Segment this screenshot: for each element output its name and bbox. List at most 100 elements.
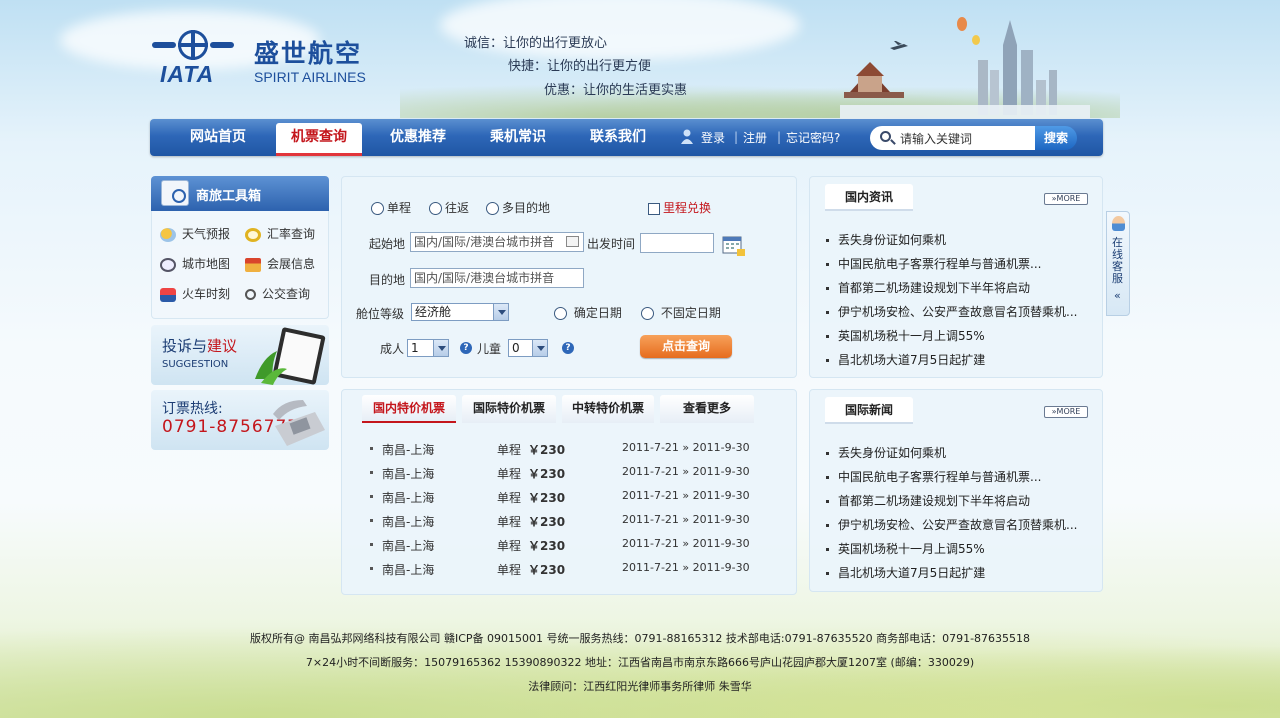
forgot-password-link[interactable]: 忘记密码?: [786, 129, 840, 146]
tool-label: 会展信息: [267, 257, 316, 271]
cabin-selected-value: 经济舱: [415, 305, 452, 319]
news-item[interactable]: 中国民航电子客票行程单与普通机票...: [826, 255, 1086, 272]
to-city-placeholder: 国内/国际/港澳台城市拼音: [414, 271, 555, 285]
fare-row[interactable]: 南昌-上海 单程 ￥230 2011-7-21 » 2011-9-30: [342, 513, 798, 529]
header: IATA 盛世航空 SPIRIT AIRLINES 诚信：让你的出行更放心 快捷…: [0, 0, 1280, 120]
calendar-icon[interactable]: [722, 235, 746, 257]
nav-promotions[interactable]: 优惠推荐: [375, 119, 461, 156]
help-icon[interactable]: ?: [460, 342, 472, 354]
tool-weather[interactable]: 天气预报: [160, 225, 230, 243]
city-picker-icon[interactable]: [566, 236, 579, 247]
radio-label: 不固定日期: [660, 306, 721, 320]
slogan-1: 诚信：让你的出行更放心: [464, 36, 608, 51]
tab-transfer-specials[interactable]: 中转特价机票: [562, 395, 654, 423]
international-news-more-button[interactable]: »MORE: [1044, 406, 1088, 418]
news-item[interactable]: 昌北机场大道7月5日起扩建: [826, 564, 1086, 581]
tab-domestic-specials[interactable]: 国内特价机票: [362, 395, 456, 423]
fare-dates: 2011-7-21 » 2011-9-30: [622, 513, 750, 526]
news-item[interactable]: 伊宁机场安检、公安严查故意冒名顶替乘机...: [826, 516, 1086, 533]
fare-row[interactable]: 南昌-上海 单程 ￥230 2011-7-21 » 2011-9-30: [342, 465, 798, 481]
radio-label: 确定日期: [573, 306, 622, 320]
fare-dates: 2011-7-21 » 2011-9-30: [622, 537, 750, 550]
nav-contact[interactable]: 联系我们: [575, 119, 661, 156]
suggestion-subtitle: SUGGESTION: [162, 359, 229, 370]
news-item[interactable]: 中国民航电子客票行程单与普通机票...: [826, 468, 1086, 485]
fare-route: 南昌-上海: [382, 467, 435, 481]
news-item[interactable]: 英国机场税十一月上调55%: [826, 540, 1086, 557]
nav-home[interactable]: 网站首页: [175, 119, 261, 156]
multi-city-radio[interactable]: [486, 202, 499, 215]
search-button[interactable]: 搜索: [1035, 126, 1077, 150]
fixed-date-option[interactable]: 确定日期: [554, 304, 622, 321]
mileage-checkbox[interactable]: [648, 202, 660, 215]
tool-bus[interactable]: 公交查询: [245, 285, 310, 303]
news-item[interactable]: 首都第二机场建设规划下半年将启动: [826, 279, 1086, 296]
tool-exchange-rate[interactable]: 汇率查询: [245, 225, 315, 243]
mileage-redeem[interactable]: 里程兑换: [648, 199, 711, 216]
nav-travel-tips[interactable]: 乘机常识: [475, 119, 561, 156]
news-item[interactable]: 英国机场税十一月上调55%: [826, 327, 1086, 344]
fare-route: 南昌-上海: [382, 491, 435, 505]
tool-train[interactable]: 火车时刻: [160, 285, 230, 303]
fare-dates: 2011-7-21 » 2011-9-30: [622, 441, 750, 454]
special-fares-panel: 国内特价机票 国际特价机票 中转特价机票 查看更多 南昌-上海 单程 ￥230 …: [341, 389, 797, 595]
fare-row[interactable]: 南昌-上海 单程 ￥230 2011-7-21 » 2011-9-30: [342, 561, 798, 577]
news-item[interactable]: 昌北机场大道7月5日起扩建: [826, 351, 1086, 368]
news-item[interactable]: 丢失身份证如何乘机: [826, 444, 1086, 461]
roundtrip-radio[interactable]: [429, 202, 442, 215]
from-city-input[interactable]: 国内/国际/港澳台城市拼音: [410, 232, 584, 252]
search-placeholder: 请输入关键词: [900, 132, 973, 146]
domestic-news-more-button[interactable]: »MORE: [1044, 193, 1088, 205]
flexible-date-radio[interactable]: [641, 307, 654, 320]
nav-flight-search[interactable]: 机票查询: [276, 123, 362, 156]
login-link[interactable]: 登录: [701, 129, 725, 146]
news-item[interactable]: 丢失身份证如何乘机: [826, 231, 1086, 248]
radio-label: 往返: [445, 201, 470, 215]
tab-international-specials[interactable]: 国际特价机票: [462, 395, 556, 423]
from-label: 起始地: [369, 237, 406, 251]
search-flights-button[interactable]: 点击查询: [640, 335, 732, 358]
fare-price: ￥230: [528, 467, 566, 481]
logo-wing-left: [152, 42, 176, 48]
fare-route: 南昌-上海: [382, 515, 435, 529]
tools-list: 天气预报 汇率查询 城市地图 会展信息 火车时刻 公交查询: [151, 211, 329, 319]
fare-row[interactable]: 南昌-上海 单程 ￥230 2011-7-21 » 2011-9-30: [342, 489, 798, 505]
main-nav: 网站首页 机票查询 优惠推荐 乘机常识 联系我们 登录 | 注册 | 忘记密码?…: [150, 119, 1103, 156]
online-service-tab[interactable]: 在线客服 «: [1106, 211, 1130, 316]
trip-type-roundtrip[interactable]: 往返: [429, 199, 469, 216]
collapse-arrow-icon: «: [1114, 289, 1121, 302]
help-icon[interactable]: ?: [562, 342, 574, 354]
suggestion-banner[interactable]: 投诉与建议 SUGGESTION: [151, 325, 329, 385]
tool-label: 火车时刻: [182, 287, 231, 301]
cabin-select[interactable]: 经济舱: [411, 303, 509, 321]
fare-row[interactable]: 南昌-上海 单程 ￥230 2011-7-21 » 2011-9-30: [342, 537, 798, 553]
tab-view-more[interactable]: 查看更多: [660, 395, 754, 423]
hotline-banner[interactable]: 订票热线: 0791-87567777: [151, 390, 329, 450]
oneway-radio[interactable]: [371, 202, 384, 215]
trip-type-multi[interactable]: 多目的地: [486, 199, 550, 216]
search-input[interactable]: 请输入关键词: [870, 126, 1035, 150]
fare-route: 南昌-上海: [382, 563, 435, 577]
register-link[interactable]: 注册: [743, 129, 767, 146]
adult-label: 成人: [380, 342, 405, 356]
city-skyline-illustration: [840, 10, 1090, 120]
logo[interactable]: IATA 盛世航空 SPIRIT AIRLINES: [150, 28, 380, 88]
trip-type-oneway[interactable]: 单程: [371, 199, 411, 216]
tools-header: 商旅工具箱: [151, 176, 329, 211]
international-news-panel: 国际新闻 »MORE 丢失身份证如何乘机 中国民航电子客票行程单与普通机票...…: [809, 389, 1103, 592]
tool-exhibition[interactable]: 会展信息: [245, 255, 315, 273]
news-item[interactable]: 伊宁机场安检、公安严查故意冒名顶替乘机...: [826, 303, 1086, 320]
to-city-input[interactable]: 国内/国际/港澳台城市拼音: [410, 268, 584, 288]
news-item[interactable]: 首都第二机场建设规划下半年将启动: [826, 492, 1086, 509]
fixed-date-radio[interactable]: [554, 307, 567, 320]
depart-date-input[interactable]: [640, 233, 714, 253]
child-count-value: 0: [512, 341, 520, 355]
fare-row[interactable]: 南昌-上海 单程 ￥230 2011-7-21 » 2011-9-30: [342, 441, 798, 457]
flexible-date-option[interactable]: 不固定日期: [641, 304, 721, 321]
tool-city-map[interactable]: 城市地图: [160, 255, 230, 273]
adult-count-select[interactable]: 1: [407, 339, 449, 357]
child-count-select[interactable]: 0: [508, 339, 548, 357]
fare-price: ￥230: [528, 443, 566, 457]
tools-title: 商旅工具箱: [196, 189, 262, 204]
weather-icon: [160, 227, 176, 242]
